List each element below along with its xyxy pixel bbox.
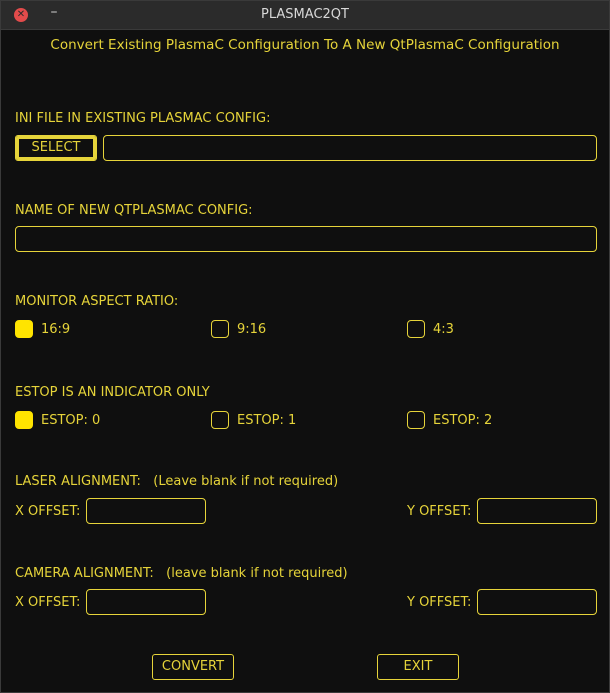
- ini-file-label: INI FILE IN EXISTING PLASMAC CONFIG:: [15, 111, 271, 126]
- laser-y-offset-label: Y OFFSET:: [407, 504, 472, 519]
- page-heading: Convert Existing PlasmaC Configuration T…: [50, 37, 560, 53]
- estop-1-radio[interactable]: [211, 411, 229, 429]
- ini-file-path-field[interactable]: [103, 135, 597, 161]
- select-ini-button[interactable]: SELECT: [15, 135, 97, 161]
- close-icon[interactable]: ✕: [14, 8, 28, 22]
- exit-button[interactable]: EXIT: [377, 654, 459, 680]
- estop-0-label[interactable]: ESTOP: 0: [41, 413, 100, 428]
- estop-0-radio[interactable]: [15, 411, 33, 429]
- estop-2-radio[interactable]: [407, 411, 425, 429]
- laser-x-offset-label: X OFFSET:: [15, 504, 81, 519]
- estop-1-label[interactable]: ESTOP: 1: [237, 413, 296, 428]
- aspect-4-3-radio[interactable]: [407, 320, 425, 338]
- camera-x-offset-field[interactable]: [86, 589, 206, 615]
- aspect-ratio-label: MONITOR ASPECT RATIO:: [15, 294, 179, 309]
- aspect-16-9-label[interactable]: 16:9: [41, 322, 70, 337]
- camera-y-offset-field[interactable]: [477, 589, 597, 615]
- laser-y-offset-field[interactable]: [477, 498, 597, 524]
- camera-y-offset-label: Y OFFSET:: [407, 595, 472, 610]
- estop-label: ESTOP IS AN INDICATOR ONLY: [15, 385, 210, 400]
- new-config-label: NAME OF NEW QTPLASMAC CONFIG:: [15, 203, 253, 218]
- app-window: PLASMAC2QT ✕ – Convert Existing PlasmaC …: [0, 0, 610, 693]
- title-bar[interactable]: PLASMAC2QT ✕ –: [1, 1, 609, 30]
- minimize-icon[interactable]: –: [47, 5, 61, 21]
- laser-x-offset-field[interactable]: [86, 498, 206, 524]
- laser-alignment-label: LASER ALIGNMENT: (Leave blank if not req…: [15, 474, 339, 489]
- convert-button[interactable]: CONVERT: [152, 654, 234, 680]
- window-title: PLASMAC2QT: [261, 7, 349, 22]
- aspect-16-9-radio[interactable]: [15, 320, 33, 338]
- camera-x-offset-label: X OFFSET:: [15, 595, 81, 610]
- new-config-name-field[interactable]: [15, 226, 597, 252]
- aspect-4-3-label[interactable]: 4:3: [433, 322, 454, 337]
- aspect-9-16-radio[interactable]: [211, 320, 229, 338]
- camera-alignment-label: CAMERA ALIGNMENT: (leave blank if not re…: [15, 566, 348, 581]
- aspect-9-16-label[interactable]: 9:16: [237, 322, 266, 337]
- estop-2-label[interactable]: ESTOP: 2: [433, 413, 492, 428]
